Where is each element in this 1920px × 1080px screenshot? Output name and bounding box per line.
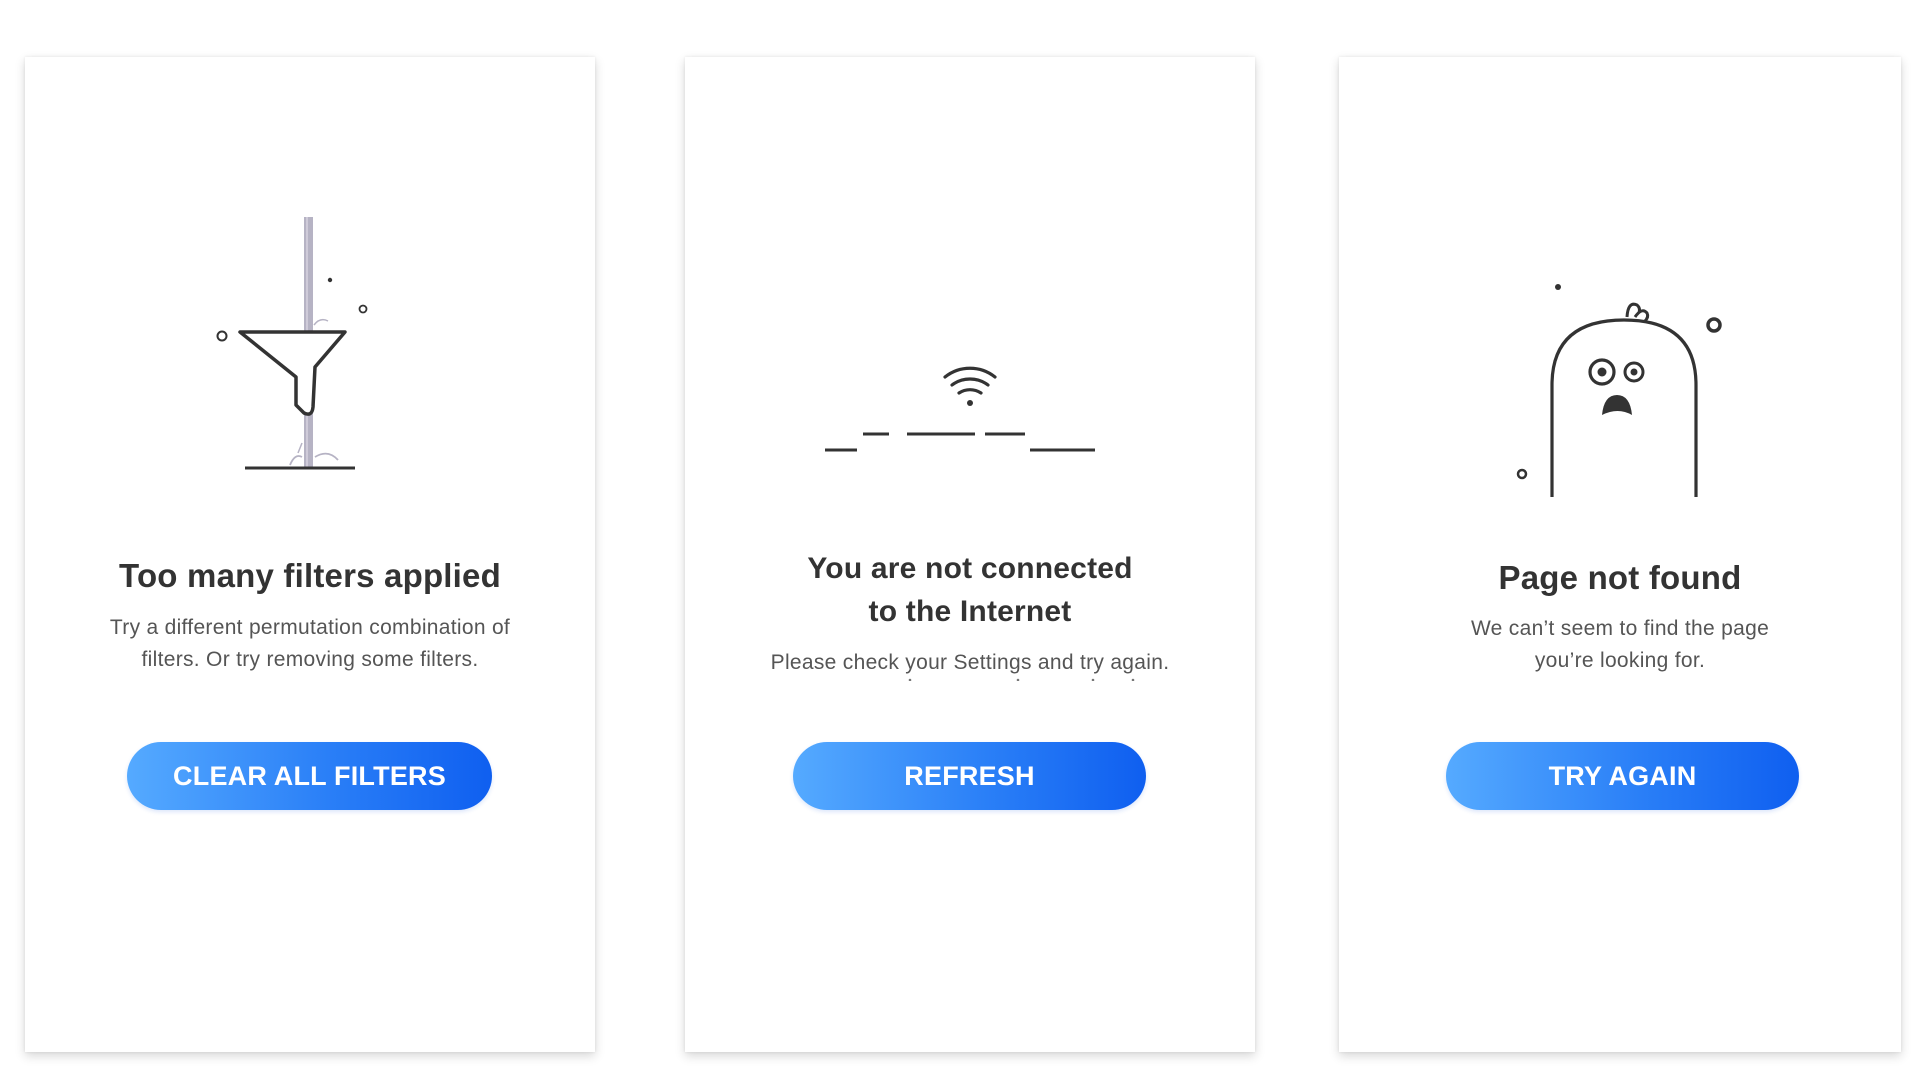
refresh-button[interactable]: REFRESH (793, 742, 1146, 810)
offline-title-line-2: to the Internet (868, 595, 1072, 628)
ghost-icon (1516, 284, 1722, 497)
empty-state-card-not-found: Page not found We can’t seem to find the… (1339, 57, 1901, 1052)
clear-all-filters-button[interactable]: CLEAR ALL FILTERS (127, 742, 492, 810)
funnel-icon (216, 217, 368, 470)
clipped-text-artifact (775, 673, 1165, 681)
funnel-illustration (25, 217, 595, 487)
not-found-title: Page not found (1498, 559, 1742, 596)
filters-description-line-2: filters. Or try removing some filters. (141, 648, 479, 671)
filters-title: Too many filters applied (119, 557, 501, 594)
filters-description: Try a different permutation combination … (25, 612, 595, 676)
empty-state-card-filters: Too many filters applied Try a different… (25, 57, 595, 1052)
wifi-icon (825, 366, 1095, 452)
offline-title: You are not connected to the Internet (685, 547, 1255, 633)
not-found-description-line-2: you’re looking for. (1534, 649, 1706, 672)
not-found-description-line-1: We can’t seem to find the page (1470, 617, 1770, 640)
ghost-illustration (1339, 217, 1901, 497)
try-again-button[interactable]: TRY AGAIN (1446, 742, 1799, 810)
empty-state-card-offline: You are not connected to the Internet Pl… (685, 57, 1255, 1052)
offline-title-line-1: You are not connected (807, 552, 1133, 585)
not-found-description: We can’t seem to find the page you’re lo… (1339, 613, 1901, 677)
offline-illustration (685, 357, 1255, 467)
empty-states-gallery: Too many filters applied Try a different… (0, 0, 1920, 1080)
filters-description-line-1: Try a different permutation combination … (109, 616, 511, 639)
